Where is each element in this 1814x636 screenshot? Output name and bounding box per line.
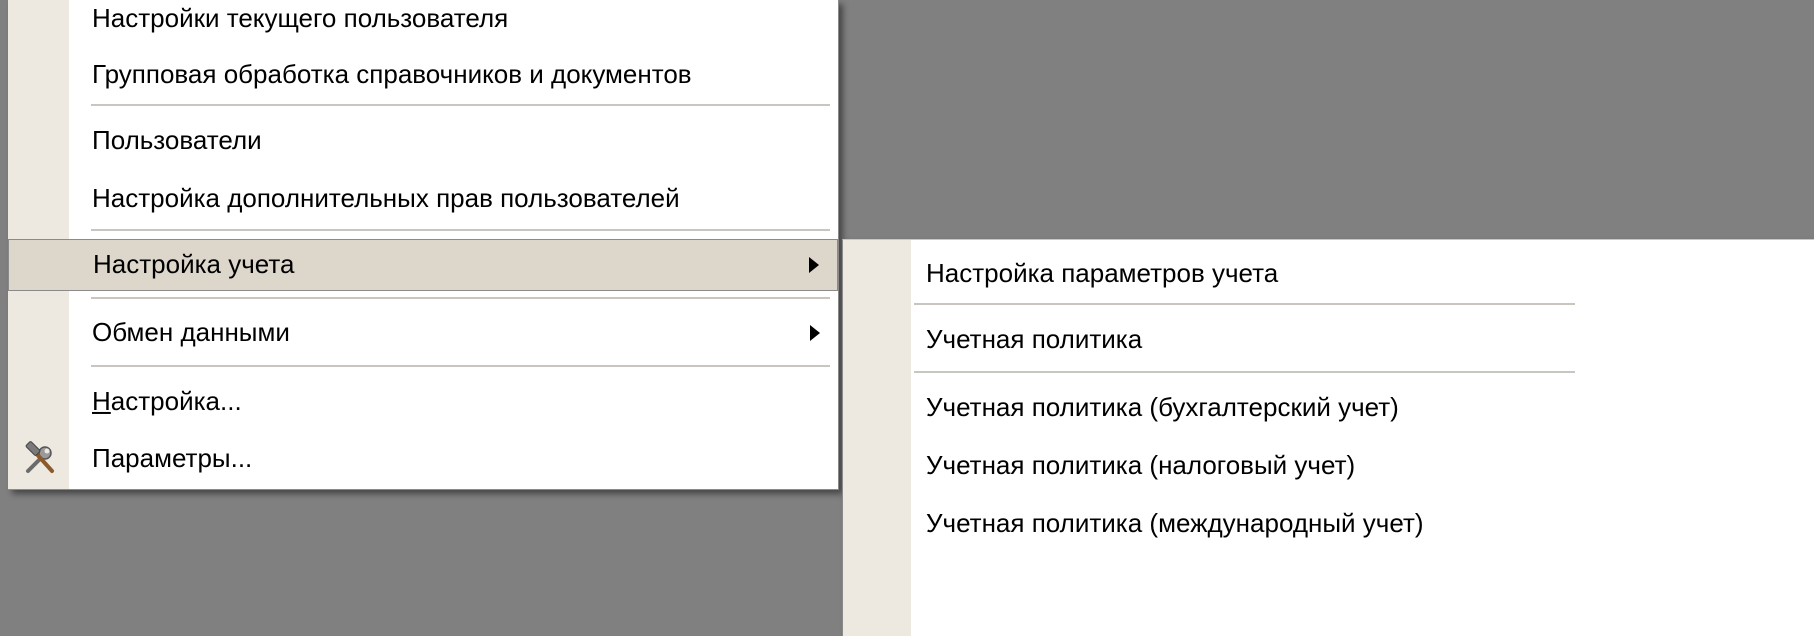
menu-item-parameters[interactable]: Параметры... <box>8 430 838 488</box>
submenu-arrow-icon <box>810 325 820 341</box>
menu-item-label: Настройка... <box>92 388 242 414</box>
mnemonic-letter: Н <box>92 385 111 416</box>
accounting-settings-submenu: Настройка параметров учета Учетная полит… <box>842 239 1814 636</box>
menu-separator <box>91 297 830 299</box>
menu-item-label: Параметры... <box>92 442 253 473</box>
menu-item-label: Пользователи <box>92 124 262 155</box>
submenu-item-policy-tax[interactable]: Учетная политика (налоговый учет) <box>843 437 1814 495</box>
submenu-item-accounting-policy[interactable]: Учетная политика <box>843 311 1814 369</box>
menu-item-group-processing[interactable]: Групповая обработка справочников и докум… <box>8 46 838 104</box>
submenu-item-policy-bookkeeping[interactable]: Учетная политика (бухгалтерский учет) <box>843 379 1814 437</box>
menu-item-current-user-settings[interactable]: Настройки текущего пользователя <box>8 0 838 38</box>
menu-item-label: Настройки текущего пользователя <box>92 2 509 33</box>
submenu-item-label: Учетная политика (бухгалтерский учет) <box>926 391 1399 422</box>
menu-separator <box>91 229 830 231</box>
menu-item-label: Групповая обработка справочников и докум… <box>92 58 692 89</box>
submenu-item-label: Учетная политика (налоговый учет) <box>926 449 1356 480</box>
submenu-item-policy-international[interactable]: Учетная политика (международный учет) <box>843 495 1814 553</box>
submenu-separator <box>914 371 1575 373</box>
menu-item-label: Обмен данными <box>92 316 290 347</box>
submenu-separator <box>914 303 1575 305</box>
submenu-item-accounting-parameters[interactable]: Настройка параметров учета <box>843 246 1814 302</box>
submenu-item-label: Учетная политика <box>926 323 1143 354</box>
submenu-item-label: Учетная политика (международный учет) <box>926 507 1424 538</box>
menu-item-data-exchange[interactable]: Обмен данными <box>8 304 838 362</box>
submenu-item-label: Настройка параметров учета <box>926 257 1279 288</box>
menu-item-label: Настройка дополнительных прав пользовате… <box>92 182 680 213</box>
menu-item-additional-rights[interactable]: Настройка дополнительных прав пользовате… <box>8 170 838 228</box>
menu-item-users[interactable]: Пользователи <box>8 112 838 170</box>
menu-separator <box>91 104 830 106</box>
menu-item-accounting-settings[interactable]: Настройка учета <box>8 239 838 291</box>
submenu-arrow-icon <box>809 257 819 273</box>
menu-item-setup[interactable]: Настройка... <box>8 374 838 430</box>
main-menu: Настройки текущего пользователя Группова… <box>8 0 839 490</box>
tools-icon <box>22 441 58 477</box>
menu-item-label: Настройка учета <box>93 248 295 279</box>
menu-item-label-rest: астройка... <box>110 385 242 416</box>
menu-separator <box>91 365 830 367</box>
